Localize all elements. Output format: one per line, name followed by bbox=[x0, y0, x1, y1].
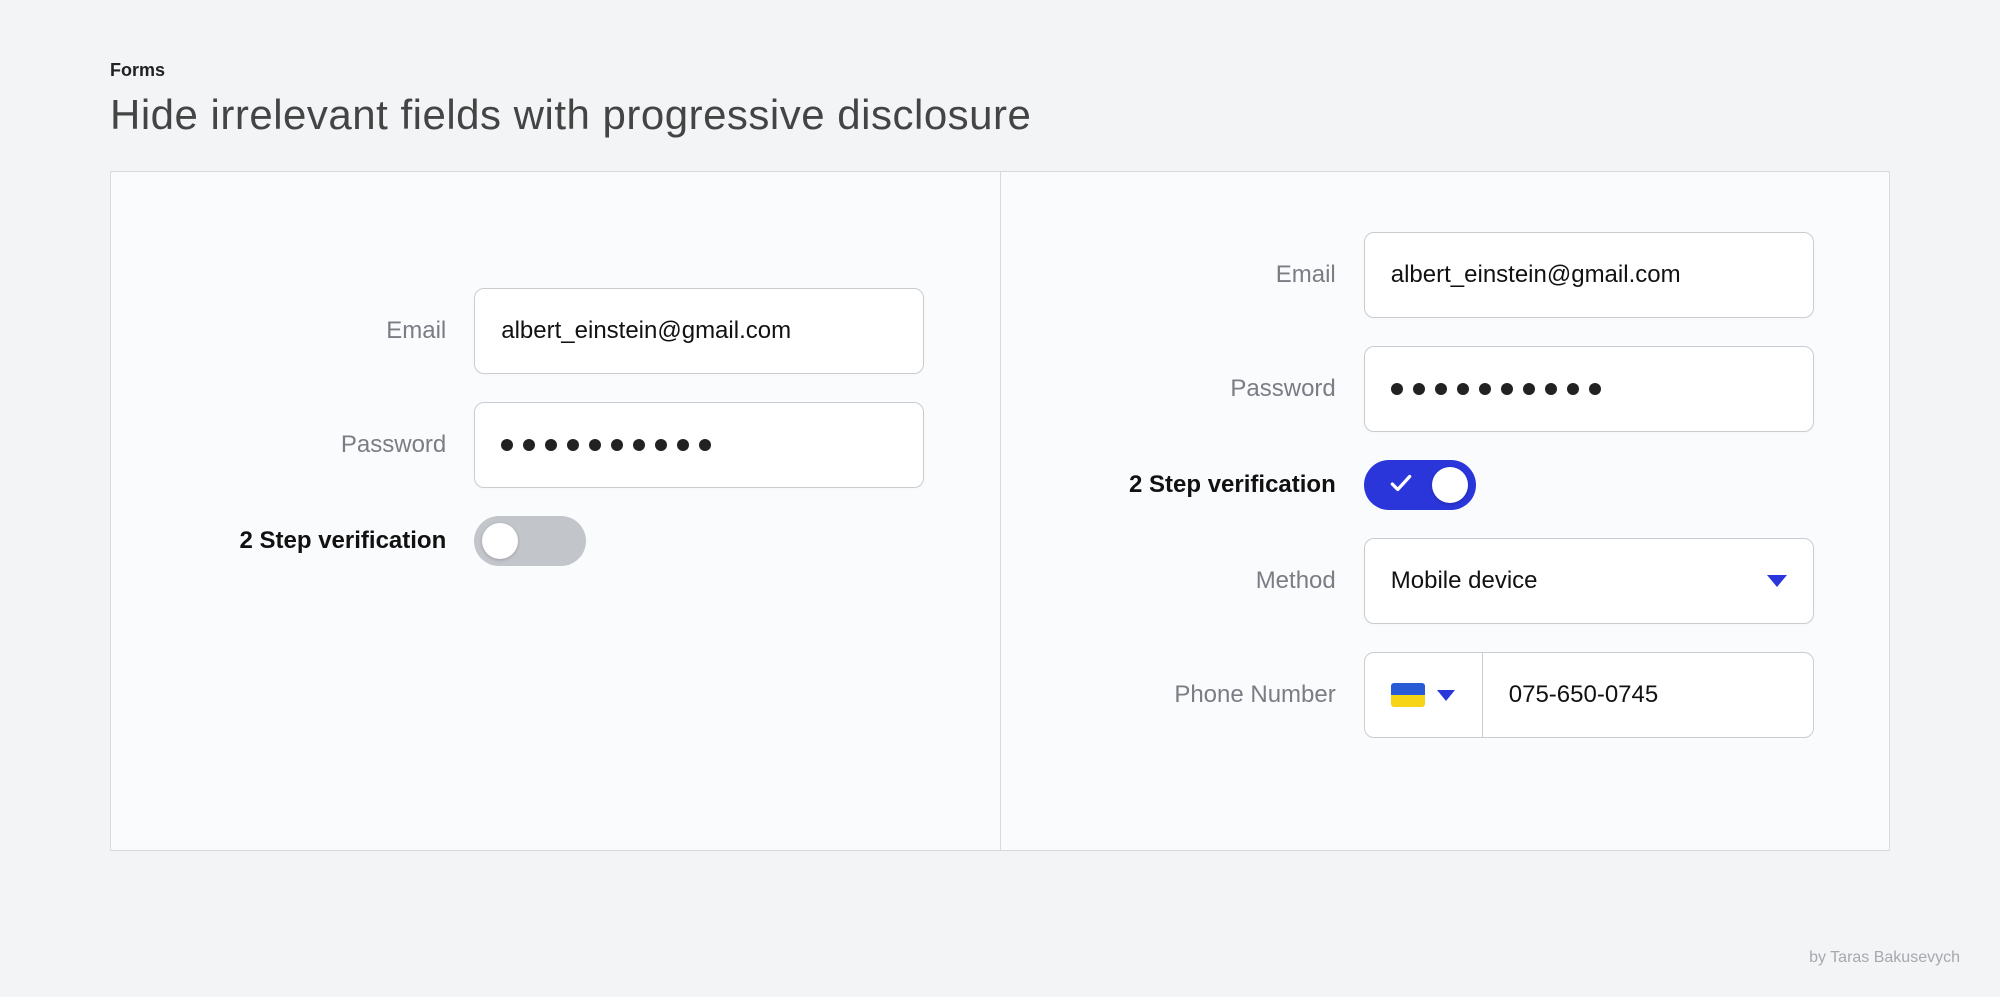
password-field[interactable] bbox=[474, 402, 924, 488]
method-value: Mobile device bbox=[1391, 567, 1538, 595]
row-twofa: 2 Step verification bbox=[186, 516, 924, 566]
panel-collapsed: Email albert_einstein@gmail.com Password… bbox=[111, 172, 1000, 850]
row-email: Email albert_einstein@gmail.com bbox=[1076, 232, 1814, 318]
email-field[interactable]: albert_einstein@gmail.com bbox=[1364, 232, 1814, 318]
page-title: Hide irrelevant fields with progressive … bbox=[110, 91, 1890, 139]
check-icon bbox=[1388, 470, 1414, 501]
label-twofa: 2 Step verification bbox=[186, 527, 446, 555]
twofa-toggle[interactable] bbox=[474, 516, 586, 566]
label-email: Email bbox=[186, 317, 446, 345]
row-phone: Phone Number 075-650-0745 bbox=[1076, 652, 1814, 738]
chevron-down-icon bbox=[1767, 575, 1787, 587]
row-password: Password bbox=[1076, 346, 1814, 432]
phone-number-field[interactable]: 075-650-0745 bbox=[1483, 653, 1813, 737]
label-twofa: 2 Step verification bbox=[1076, 471, 1336, 499]
email-field[interactable]: albert_einstein@gmail.com bbox=[474, 288, 924, 374]
method-select[interactable]: Mobile device bbox=[1364, 538, 1814, 624]
attribution: by Taras Bakusevych bbox=[1809, 949, 1960, 967]
row-email: Email albert_einstein@gmail.com bbox=[186, 288, 924, 374]
password-dots bbox=[1391, 383, 1601, 395]
label-email: Email bbox=[1076, 261, 1336, 289]
row-twofa: 2 Step verification bbox=[1076, 460, 1814, 510]
comparison-panels: Email albert_einstein@gmail.com Password… bbox=[110, 171, 1890, 851]
country-code-picker[interactable] bbox=[1365, 653, 1483, 737]
chevron-down-icon bbox=[1437, 690, 1455, 701]
panel-expanded: Email albert_einstein@gmail.com Password… bbox=[1000, 172, 1890, 850]
section-eyebrow: Forms bbox=[110, 60, 1890, 81]
label-password: Password bbox=[186, 431, 446, 459]
password-dots bbox=[501, 439, 711, 451]
password-field[interactable] bbox=[1364, 346, 1814, 432]
twofa-toggle[interactable] bbox=[1364, 460, 1476, 510]
phone-field-group: 075-650-0745 bbox=[1364, 652, 1814, 738]
label-method: Method bbox=[1076, 567, 1336, 595]
toggle-knob bbox=[482, 523, 518, 559]
label-password: Password bbox=[1076, 375, 1336, 403]
row-method: Method Mobile device bbox=[1076, 538, 1814, 624]
label-phone: Phone Number bbox=[1076, 681, 1336, 709]
flag-icon bbox=[1391, 683, 1425, 707]
row-password: Password bbox=[186, 402, 924, 488]
toggle-knob bbox=[1432, 467, 1468, 503]
